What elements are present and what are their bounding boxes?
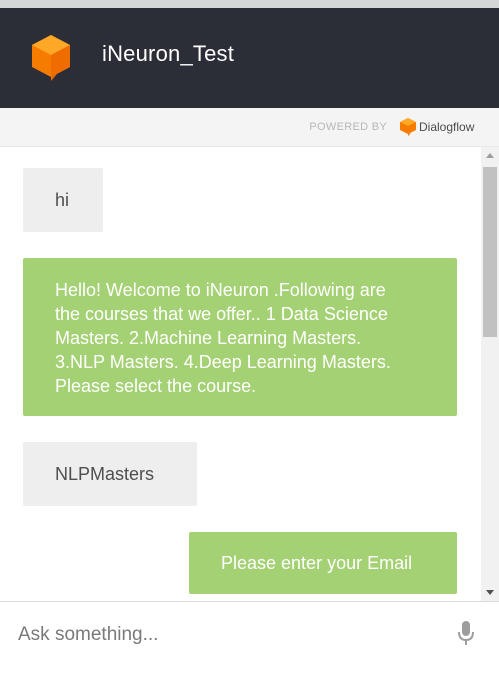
microphone-icon[interactable] [457,620,475,646]
ask-input[interactable] [18,618,438,652]
dialogflow-cube-icon [32,35,70,81]
scroll-thumb[interactable] [483,167,497,337]
scroll-down-arrow-icon[interactable] [486,590,494,595]
bot-message-line: Masters. 2.Machine Learning Masters. [55,328,362,348]
powered-by-bar: POWERED BY Dialogflow [0,108,499,147]
user-message-text: NLPMasters [55,464,155,484]
message-scrollbar[interactable] [481,147,499,601]
bot-title: iNeuron_Test [102,41,235,66]
bot-message-text: Please enter your Email [221,553,413,573]
user-message: hi [23,168,103,232]
bot-message-line: 3.NLP Masters. 4.Deep Learning Masters. [55,352,391,372]
chat-header: iNeuron_Test [0,8,499,108]
dialogflow-brand-text: Dialogflow [419,120,475,134]
user-message: NLPMasters [23,442,197,506]
chat-window: iNeuron_Test POWERED BY Dialogflow hi He… [0,8,499,675]
bot-message-line: Please select the course. [55,376,257,396]
bot-message-line: the courses that we offer.. 1 Data Scien… [55,304,388,324]
bot-message: Please enter your Email [189,532,457,594]
input-bar [0,601,499,675]
user-message-text: hi [55,190,70,210]
bot-message-line: Hello! Welcome to iNeuron .Following are [55,280,386,300]
scroll-up-arrow-icon[interactable] [486,153,494,158]
powered-by-label: POWERED BY [309,121,387,133]
message-list[interactable]: hi Hello! Welcome to iNeuron .Following … [0,147,481,601]
bot-message: Hello! Welcome to iNeuron .Following are… [23,258,457,416]
dialogflow-logo-icon [400,118,416,136]
